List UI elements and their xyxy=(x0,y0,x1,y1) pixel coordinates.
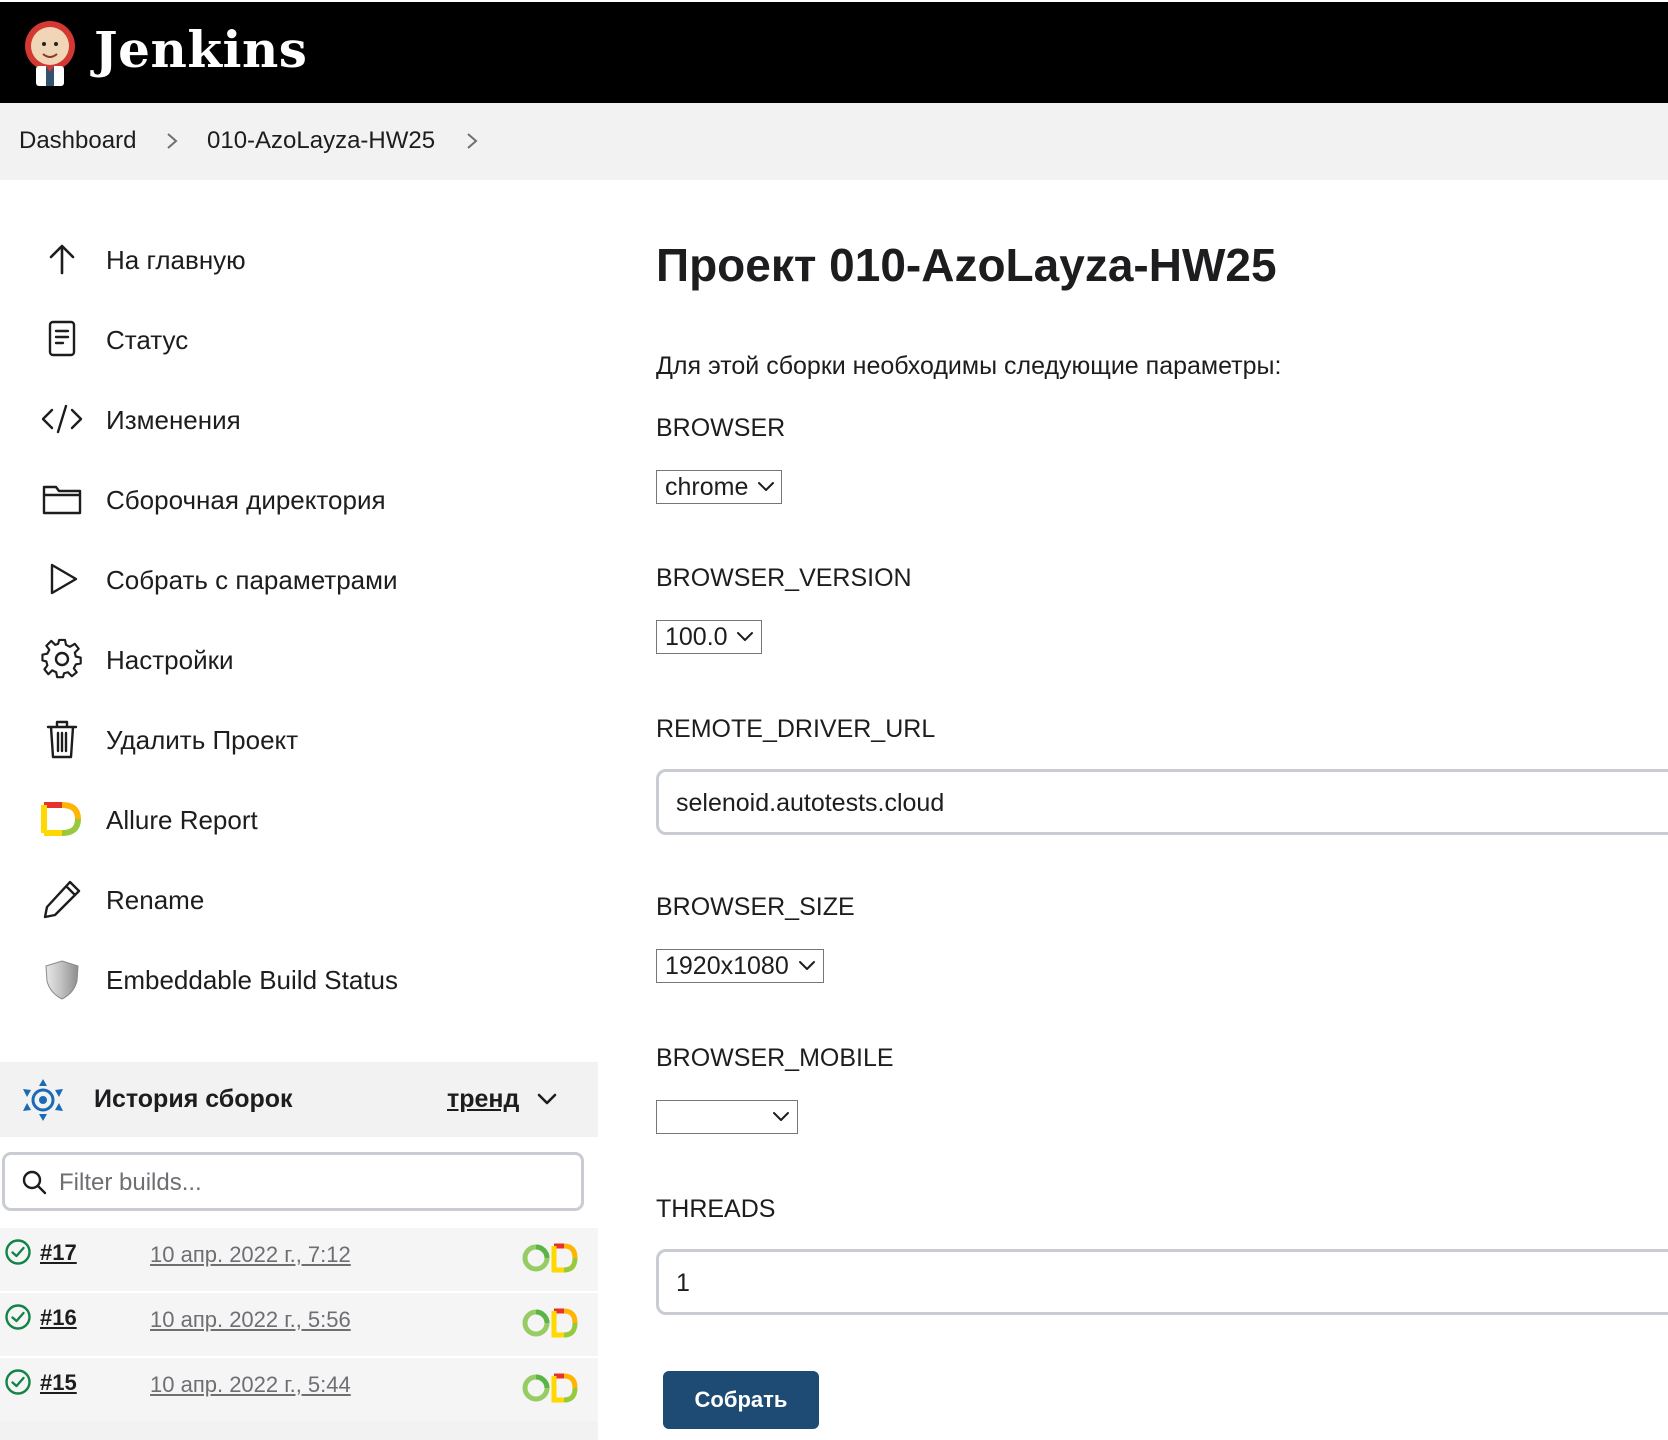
sidebar-item-label: Rename xyxy=(106,885,205,915)
app-brand[interactable]: Jenkins xyxy=(94,20,307,79)
browser-select[interactable]: chrome xyxy=(656,470,782,504)
breadcrumb: Dashboard 010-AzoLayza-HW25 xyxy=(0,103,1668,180)
param-label-browser-size: BROWSER_SIZE xyxy=(656,893,855,921)
top-header: Jenkins xyxy=(0,0,1668,103)
allure-report-icon[interactable] xyxy=(522,1242,578,1274)
allure-report-icon[interactable] xyxy=(522,1372,578,1404)
page-title: Проект 010-AzoLayza-HW25 xyxy=(656,239,1277,291)
sidebar-item-embeddable-build-status[interactable]: Embeddable Build Status xyxy=(40,949,560,1009)
breadcrumb-project[interactable]: 010-AzoLayza-HW25 xyxy=(207,127,435,155)
build-submit-button[interactable]: Собрать xyxy=(663,1371,819,1429)
build-history-title: История сборок xyxy=(94,1085,293,1113)
sidebar-item-changes[interactable]: Изменения xyxy=(40,389,560,449)
browser-mobile-select[interactable] xyxy=(656,1100,798,1134)
success-check-icon xyxy=(5,1239,31,1265)
browser-size-select[interactable]: 1920x1080 xyxy=(656,949,824,983)
build-row[interactable]: #15 10 апр. 2022 г., 5:44 xyxy=(0,1358,598,1423)
build-number-link[interactable]: #17 xyxy=(40,1240,77,1266)
build-row[interactable]: #17 10 апр. 2022 г., 7:12 xyxy=(0,1228,598,1293)
sidebar-item-label: Allure Report xyxy=(106,805,258,835)
sidebar-item-label: Статус xyxy=(106,325,189,355)
remote-driver-url-input[interactable] xyxy=(674,784,1658,822)
sidebar-item-build-with-parameters[interactable]: Собрать с параметрами xyxy=(40,549,560,609)
gear-icon xyxy=(41,638,82,679)
sidebar-item-label: На главную xyxy=(106,245,246,275)
pencil-icon xyxy=(43,880,81,919)
chevron-down-icon xyxy=(758,482,774,491)
allure-icon xyxy=(41,802,81,836)
sidebar-item-label: Изменения xyxy=(106,405,241,435)
param-label-browser: BROWSER xyxy=(656,414,786,442)
sidebar-item-label: Удалить Проект xyxy=(106,725,299,755)
sidebar-item-label: Собрать с параметрами xyxy=(106,565,398,595)
jenkins-logo-icon[interactable] xyxy=(22,16,78,88)
param-label-browser-mobile: BROWSER_MOBILE xyxy=(656,1044,894,1072)
param-label-browser-version: BROWSER_VERSION xyxy=(656,564,912,592)
trend-link[interactable]: тренд xyxy=(447,1085,519,1114)
search-icon xyxy=(22,1170,47,1195)
trash-icon xyxy=(46,720,78,759)
sidebar-item-rename[interactable]: Rename xyxy=(40,869,560,929)
remote-driver-url-field[interactable] xyxy=(656,769,1668,835)
build-date-link[interactable]: 10 апр. 2022 г., 5:56 xyxy=(150,1307,351,1333)
build-history-header: История сборок тренд xyxy=(0,1062,598,1137)
chevron-down-icon[interactable] xyxy=(536,1090,558,1108)
chevron-down-icon xyxy=(799,961,815,970)
sidebar-item-label: Настройки xyxy=(106,645,234,675)
build-history-icon xyxy=(23,1079,63,1121)
play-icon xyxy=(50,563,78,595)
param-label-remote-driver-url: REMOTE_DRIVER_URL xyxy=(656,715,936,743)
filter-builds-input[interactable] xyxy=(57,1165,571,1201)
build-date-link[interactable]: 10 апр. 2022 г., 7:12 xyxy=(150,1242,351,1268)
shield-icon xyxy=(45,960,79,1000)
select-value: chrome xyxy=(665,473,749,501)
success-check-icon xyxy=(5,1369,31,1395)
breadcrumb-dashboard[interactable]: Dashboard xyxy=(19,127,136,155)
parameters-intro: Для этой сборки необходимы следующие пар… xyxy=(656,352,1282,380)
threads-input[interactable] xyxy=(674,1264,1658,1302)
sidebar-item-label: Embeddable Build Status xyxy=(106,965,398,995)
filter-builds-field[interactable] xyxy=(2,1152,584,1211)
allure-report-icon[interactable] xyxy=(522,1307,578,1339)
build-row[interactable]: #16 10 апр. 2022 г., 5:56 xyxy=(0,1293,598,1358)
chevron-down-icon xyxy=(773,1112,789,1121)
sidebar-item-status[interactable]: Статус xyxy=(40,309,560,369)
select-value: 1920x1080 xyxy=(665,952,789,980)
chevron-down-icon xyxy=(737,632,753,641)
param-label-threads: THREADS xyxy=(656,1195,776,1223)
success-check-icon xyxy=(5,1304,31,1330)
build-number-link[interactable]: #15 xyxy=(40,1370,77,1396)
sidebar-item-configure[interactable]: Настройки xyxy=(40,629,560,689)
code-icon xyxy=(41,404,83,434)
sidebar-item-delete-project[interactable]: Удалить Проект xyxy=(40,709,560,769)
chevron-right-icon xyxy=(167,133,178,149)
build-date-link[interactable]: 10 апр. 2022 г., 5:44 xyxy=(150,1372,351,1398)
document-icon xyxy=(48,320,76,357)
sidebar-item-allure-report[interactable]: Allure Report xyxy=(40,789,560,849)
sidebar-item-label: Сборочная директория xyxy=(106,485,386,515)
select-value: 100.0 xyxy=(665,623,728,651)
build-history-more-row xyxy=(0,1421,598,1440)
build-number-link[interactable]: #16 xyxy=(40,1305,77,1331)
arrow-up-icon xyxy=(49,244,75,275)
sidebar-item-workspace[interactable]: Сборочная директория xyxy=(40,469,560,529)
chevron-right-icon[interactable] xyxy=(462,129,482,153)
folder-icon xyxy=(42,485,82,515)
sidebar-item-home[interactable]: На главную xyxy=(40,229,560,289)
threads-field[interactable] xyxy=(656,1249,1668,1315)
browser-version-select[interactable]: 100.0 xyxy=(656,620,762,654)
